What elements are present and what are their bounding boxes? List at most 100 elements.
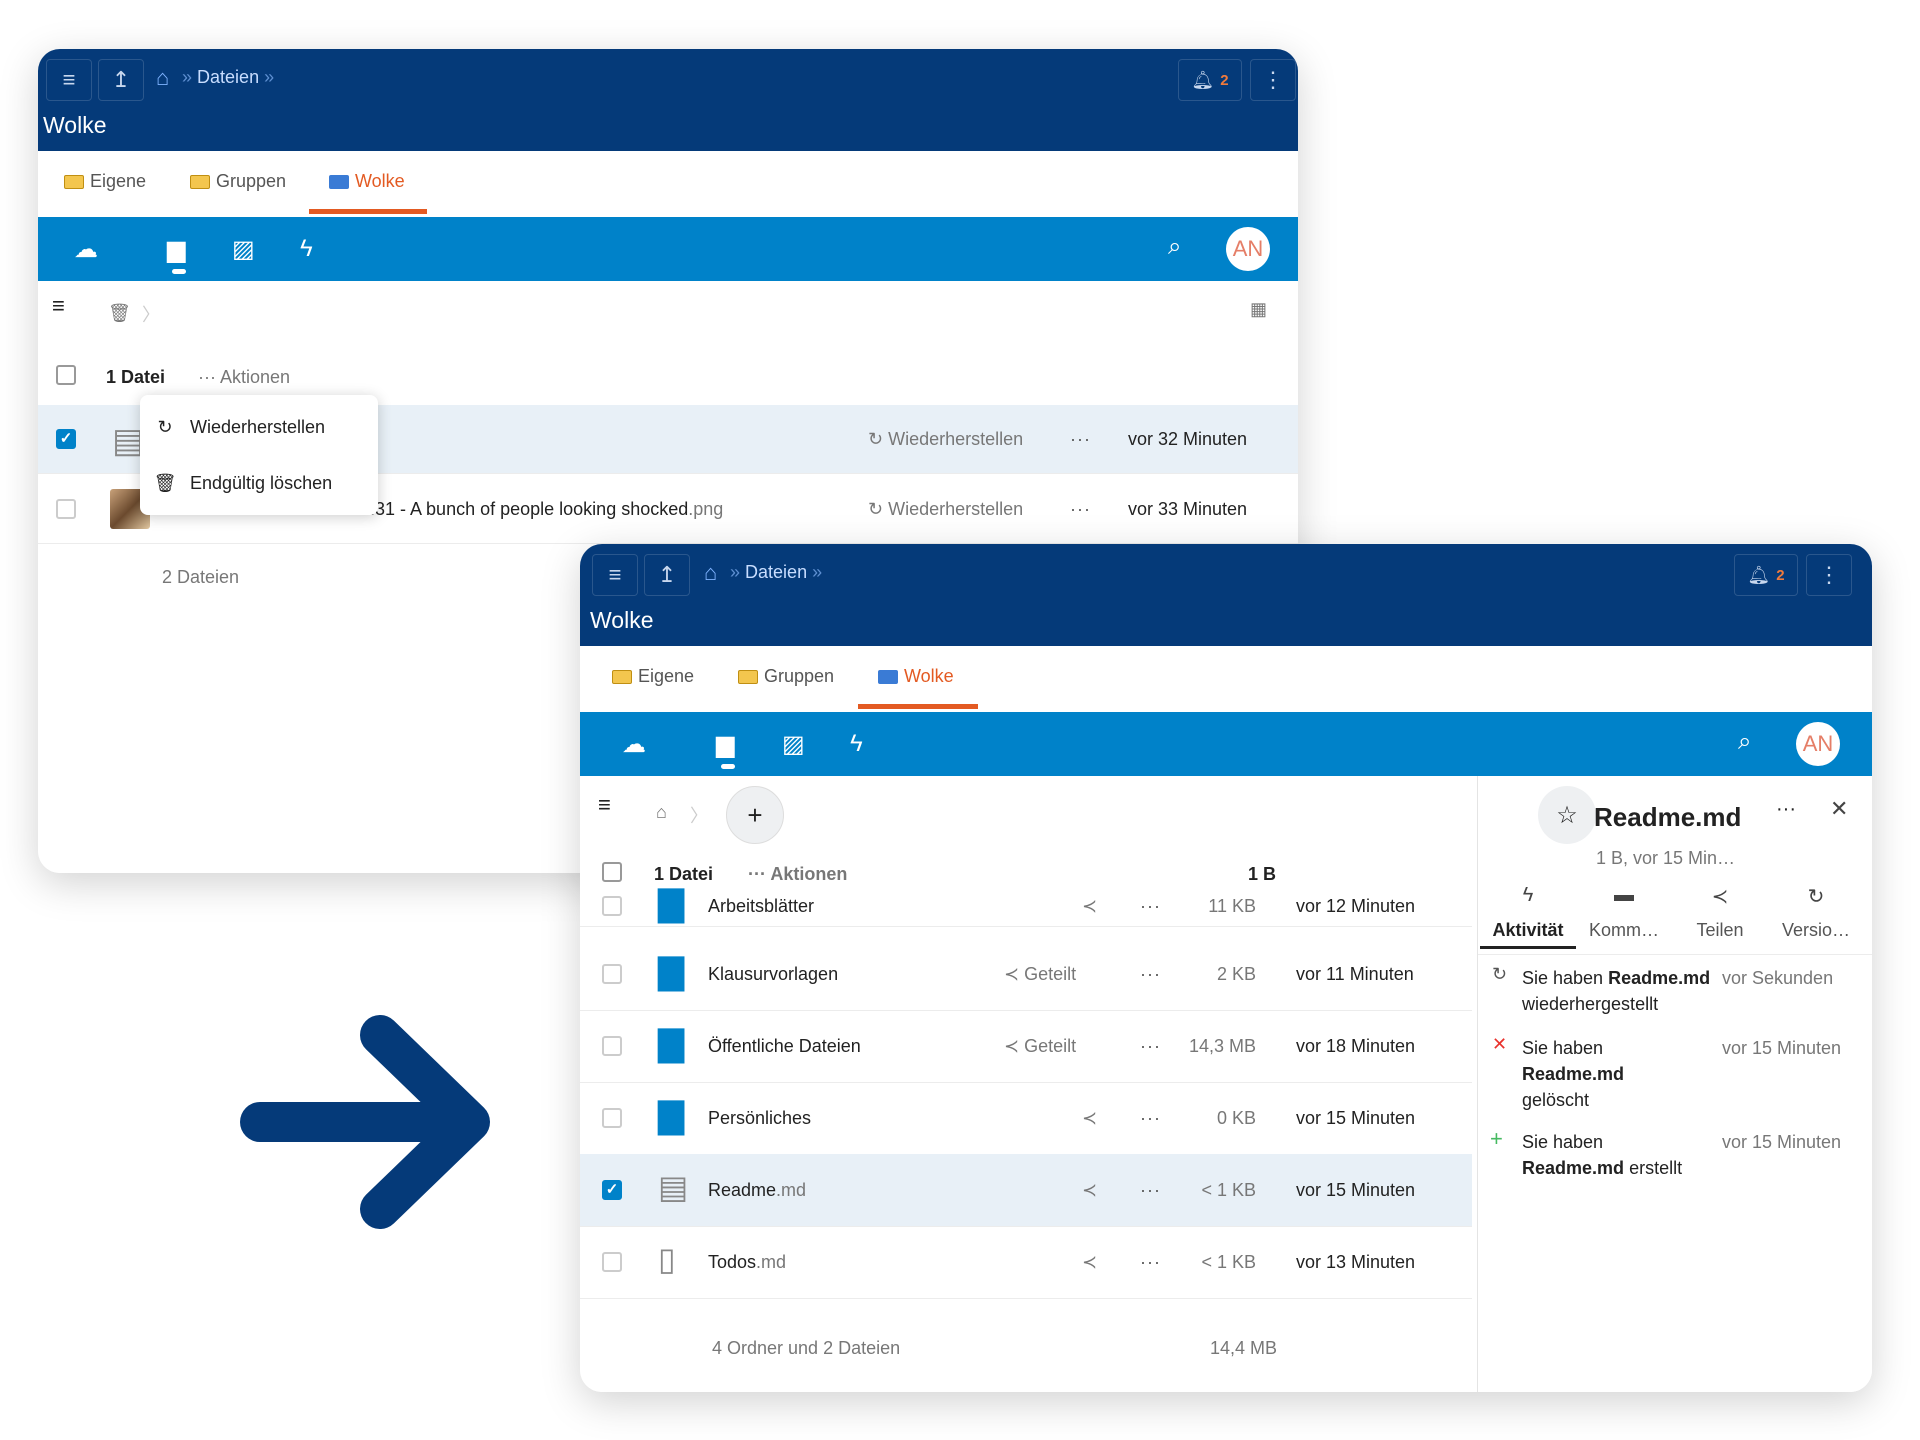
actions-button[interactable]: ··· Aktionen (748, 864, 847, 885)
row-checkbox[interactable]: ✓ (56, 429, 76, 449)
row-checkbox[interactable] (602, 964, 622, 984)
menu-item-restore[interactable]: ↻ Wiederherstellen (140, 405, 378, 449)
arrow-right-icon (240, 1015, 490, 1229)
more-vertical-icon[interactable]: ⋮ (1806, 554, 1852, 596)
row-time: vor 15 Minuten (1296, 1180, 1416, 1200)
up-icon[interactable]: ↥ (644, 554, 690, 596)
row-filename[interactable]: Öffentliche Dateien (708, 1036, 861, 1057)
row-checkbox[interactable] (602, 1036, 622, 1056)
row-filename[interactable]: Persönliches (708, 1108, 811, 1129)
notifications-button[interactable]: 🔔︎ 2 (1734, 554, 1798, 596)
breadcrumb-files[interactable]: Dateien (197, 67, 259, 87)
row-checkbox[interactable] (602, 1108, 622, 1128)
row-menu-icon[interactable]: ··· (1140, 896, 1161, 917)
add-button[interactable]: + (726, 786, 784, 844)
sidebar-toggle-icon[interactable]: ≡ (52, 293, 65, 319)
tab-eigene[interactable]: Eigene (64, 171, 146, 192)
files-icon[interactable]: ▆ (716, 730, 734, 759)
row-filename[interactable]: Todos.md (708, 1252, 786, 1273)
grid-view-icon[interactable]: ▦ (1250, 299, 1267, 320)
cloud-icon[interactable]: ☁ (622, 730, 646, 759)
shared-status[interactable]: ≺ Geteilt (1004, 964, 1076, 985)
select-all-checkbox[interactable] (602, 862, 622, 882)
menu-item-delete-permanently[interactable]: 🗑︎ Endgültig löschen (140, 461, 378, 505)
search-icon[interactable]: ⌕ (1168, 233, 1181, 261)
home-icon[interactable]: ⌂ (156, 65, 169, 91)
row-size: < 1 KB (1201, 1180, 1256, 1200)
row-divider (580, 1082, 1472, 1083)
more-vertical-icon[interactable]: ⋮ (1250, 59, 1296, 101)
cloud-icon[interactable]: ☁ (74, 235, 98, 264)
active-tab-indicator (1480, 946, 1576, 949)
row-filename[interactable]: Readme.md (708, 1180, 806, 1201)
row-checkbox[interactable] (56, 499, 76, 519)
up-icon[interactable]: ↥ (98, 59, 144, 101)
row-menu-icon[interactable]: ··· (1070, 429, 1091, 450)
actions-button[interactable]: ··· Aktionen (198, 367, 290, 388)
close-icon[interactable]: ✕ (1830, 796, 1848, 822)
share-icon[interactable]: ≺ (1082, 896, 1097, 917)
share-icon[interactable]: ≺ (1082, 1180, 1097, 1201)
menu-icon[interactable]: ≡ (592, 554, 638, 596)
sidebar-more-icon[interactable]: ··· (1776, 798, 1796, 821)
photos-icon[interactable]: ▨ (232, 235, 255, 264)
tab-comments[interactable]: ▬ Komm… (1576, 884, 1672, 941)
avatar[interactable]: AN (1226, 227, 1270, 271)
row-filename[interactable]: Arbeitsblätter (708, 896, 814, 917)
folder-icon (190, 174, 210, 189)
home-icon[interactable]: ⌂ (704, 560, 717, 586)
sidebar-subtitle: 1 B, vor 15 Min… (1596, 848, 1736, 868)
restore-icon: ↻ (1492, 964, 1508, 984)
restore-button[interactable]: ↻ Wiederherstellen (868, 429, 1023, 450)
home-icon[interactable]: ⌂ (656, 802, 667, 823)
row-time: vor 18 Minuten (1296, 1036, 1416, 1056)
activity-icon[interactable]: ϟ (850, 730, 863, 758)
details-sidebar: ☆ Readme.md ··· ✕ 1 B, vor 15 Min… ϟ Akt… (1477, 776, 1872, 1392)
breadcrumb[interactable]: » Dateien » (730, 562, 822, 583)
row-menu-icon[interactable]: ··· (1140, 1036, 1161, 1057)
notifications-button[interactable]: 🔔︎ 2 (1178, 59, 1242, 101)
app-nav: ☁ ▆ ▨ ϟ ⌕ AN (38, 217, 1298, 281)
footer-summary: 4 Ordner und 2 Dateien (712, 1338, 901, 1358)
row-checkbox[interactable] (602, 1252, 622, 1272)
activity-icon[interactable]: ϟ (300, 235, 313, 263)
photos-icon[interactable]: ▨ (782, 730, 805, 759)
tab-gruppen[interactable]: Gruppen (738, 666, 834, 687)
select-all-checkbox[interactable] (56, 365, 76, 385)
restore-button[interactable]: ↻ Wiederherstellen (868, 499, 1023, 520)
bell-icon: 🔔︎ (1191, 69, 1215, 90)
row-filename[interactable]: 7.31 - A bunch of people looking shocked… (360, 499, 723, 520)
selection-count: 1 Datei (654, 864, 714, 884)
tab-wolke[interactable]: Wolke (329, 171, 405, 192)
row-checkbox[interactable]: ✓ (602, 1180, 622, 1200)
tab-gruppen[interactable]: Gruppen (190, 171, 286, 192)
breadcrumb-files[interactable]: Dateien (745, 562, 807, 582)
tab-bar: Eigene Gruppen Wolke (38, 151, 1298, 217)
tab-sharing[interactable]: ≺ Teilen (1672, 884, 1768, 941)
star-icon[interactable]: ☆ (1538, 786, 1596, 844)
breadcrumb[interactable]: » Dateien » (182, 67, 274, 88)
tab-wolke[interactable]: Wolke (878, 666, 954, 687)
tab-versions[interactable]: ↻ Versio… (1768, 884, 1864, 941)
avatar[interactable]: AN (1796, 722, 1840, 766)
sidebar-toggle-icon[interactable]: ≡ (598, 792, 611, 818)
share-icon[interactable]: ≺ (1082, 1108, 1097, 1129)
row-checkbox[interactable] (602, 896, 622, 916)
menu-icon[interactable]: ≡ (46, 59, 92, 101)
cloud-folder-icon (878, 669, 898, 684)
row-menu-icon[interactable]: ··· (1140, 1180, 1161, 1201)
row-time: vor 13 Minuten (1296, 1252, 1416, 1272)
trash-icon[interactable]: 🗑︎ (108, 303, 131, 324)
search-icon[interactable]: ⌕ (1738, 728, 1751, 756)
row-menu-icon[interactable]: ··· (1140, 1108, 1161, 1129)
tab-eigene[interactable]: Eigene (612, 666, 694, 687)
row-menu-icon[interactable]: ··· (1070, 499, 1091, 520)
share-icon[interactable]: ≺ (1082, 1252, 1097, 1273)
row-filename[interactable]: Klausurvorlagen (708, 964, 838, 985)
notification-count: 2 (1776, 566, 1785, 584)
row-menu-icon[interactable]: ··· (1140, 1252, 1161, 1273)
row-menu-icon[interactable]: ··· (1140, 964, 1161, 985)
tab-activity[interactable]: ϟ Aktivität (1480, 884, 1576, 949)
shared-status[interactable]: ≺ Geteilt (1004, 1036, 1076, 1057)
files-icon[interactable]: ▆ (167, 235, 185, 264)
